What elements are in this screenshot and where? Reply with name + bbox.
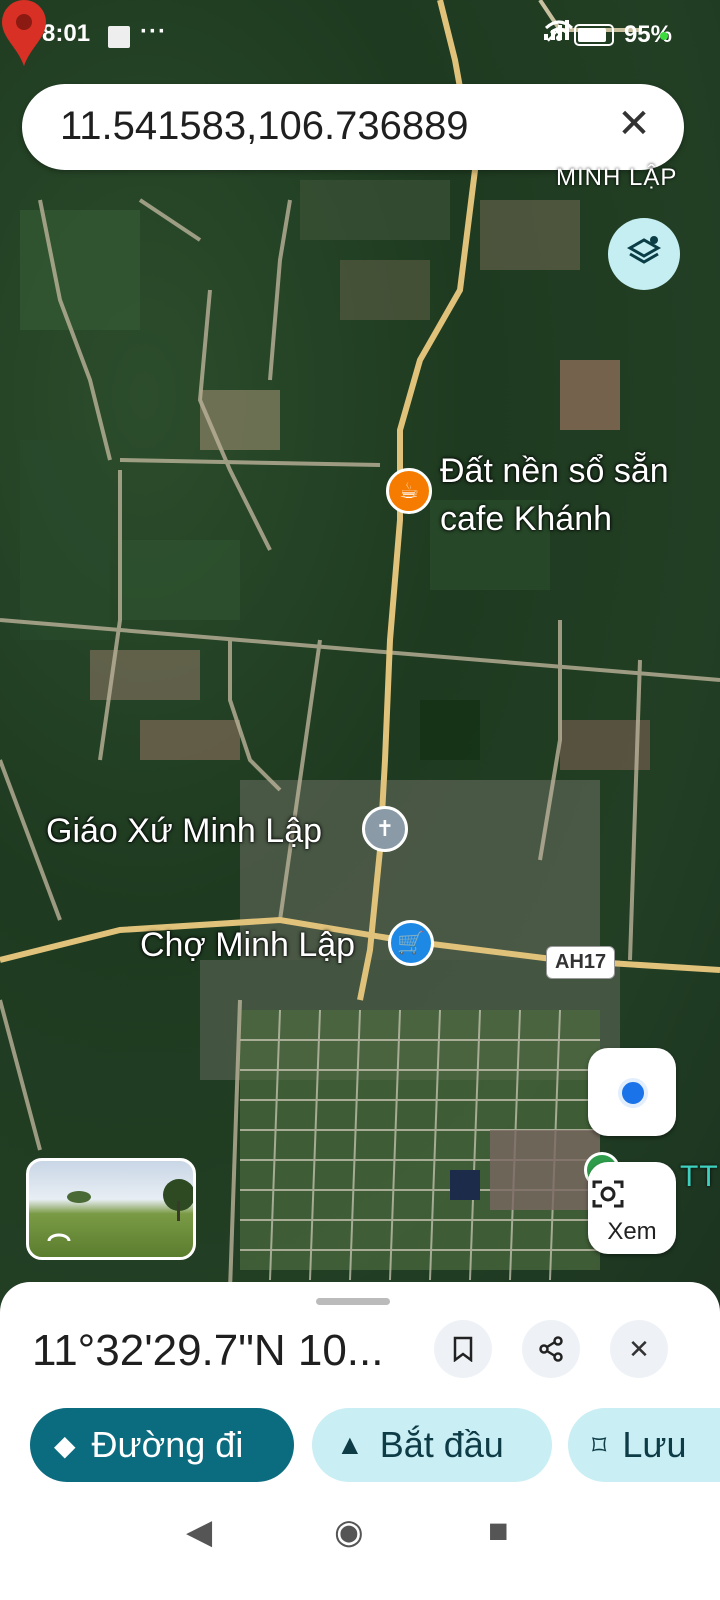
lens-icon xyxy=(592,1180,624,1208)
coordinates-title: 11°32'29.7"N 10... xyxy=(32,1326,384,1375)
directions-button[interactable]: ◆ Đường đi xyxy=(30,1408,294,1482)
edge-poi-label[interactable]: TT xyxy=(680,1160,719,1194)
start-label: Bắt đầu xyxy=(379,1424,504,1465)
street-view-thumbnail[interactable] xyxy=(26,1158,196,1260)
notification-icon xyxy=(108,26,130,48)
system-nav-bar: ◀ ◉ ■ xyxy=(0,1482,720,1600)
search-bar[interactable]: 11.541583,106.736889 ✕ xyxy=(22,84,684,170)
poi-cafe-line1[interactable]: Đất nền sổ sẵn xyxy=(440,452,669,491)
poi-market[interactable]: Chợ Minh Lập xyxy=(140,926,355,965)
more-notifications-icon: ··· xyxy=(140,18,167,45)
sheet-drag-handle[interactable] xyxy=(316,1298,390,1305)
close-icon: ✕ xyxy=(628,1334,650,1364)
status-bar: 8:01 ··· ➚ 95% xyxy=(0,18,720,54)
lens-view-button[interactable]: Xem xyxy=(588,1162,676,1254)
share-icon xyxy=(539,1336,563,1362)
save-label: Lưu xyxy=(622,1424,687,1465)
charging-dot-icon xyxy=(660,32,668,40)
street-view-image xyxy=(47,1179,193,1242)
my-location-button[interactable] xyxy=(588,1048,676,1136)
satellite-map[interactable]: 8:01 ··· ➚ 95% 11.541583,106.736889 ✕ MI… xyxy=(0,0,720,1320)
recents-icon[interactable]: ■ xyxy=(488,1512,509,1551)
layers-button[interactable] xyxy=(608,218,680,290)
church-cross-icon[interactable]: ✝ xyxy=(362,806,408,852)
save-bookmark-button[interactable] xyxy=(434,1320,492,1378)
my-location-icon xyxy=(618,1078,648,1108)
save-button[interactable]: ⌑ Lưu xyxy=(568,1408,720,1482)
status-right: ➚ 95% xyxy=(543,20,672,49)
directions-label: Đường đi xyxy=(91,1424,244,1465)
status-time: 8:01 xyxy=(42,20,91,47)
cafe-icon[interactable]: ☕ xyxy=(386,468,432,514)
poi-church[interactable]: Giáo Xứ Minh Lập xyxy=(46,812,322,851)
layers-icon xyxy=(626,236,662,264)
bookmark-icon: ⌑ xyxy=(592,1429,607,1461)
share-button[interactable] xyxy=(522,1320,580,1378)
wifi-icon xyxy=(544,20,573,41)
navigate-arrow-icon: ▲ xyxy=(336,1429,364,1460)
shopping-cart-icon[interactable]: 🛒 xyxy=(388,920,434,966)
location-pin-icon[interactable] xyxy=(0,0,48,68)
close-sheet-button[interactable]: ✕ xyxy=(610,1320,668,1378)
bookmark-icon xyxy=(453,1336,473,1363)
clear-search-icon[interactable]: ✕ xyxy=(612,102,656,146)
poi-cafe-line2[interactable]: cafe Khánh xyxy=(440,500,612,539)
search-query[interactable]: 11.541583,106.736889 xyxy=(60,104,469,149)
battery-icon xyxy=(573,23,614,46)
directions-icon: ◆ xyxy=(54,1429,76,1461)
start-button[interactable]: ▲ Bắt đầu xyxy=(312,1408,552,1482)
road-shield: AH17 xyxy=(546,946,616,979)
lens-view-label: Xem xyxy=(607,1218,657,1245)
home-icon[interactable]: ◉ xyxy=(334,1512,364,1552)
back-icon[interactable]: ◀ xyxy=(186,1512,212,1552)
area-label: MINH LẬP xyxy=(556,164,678,191)
